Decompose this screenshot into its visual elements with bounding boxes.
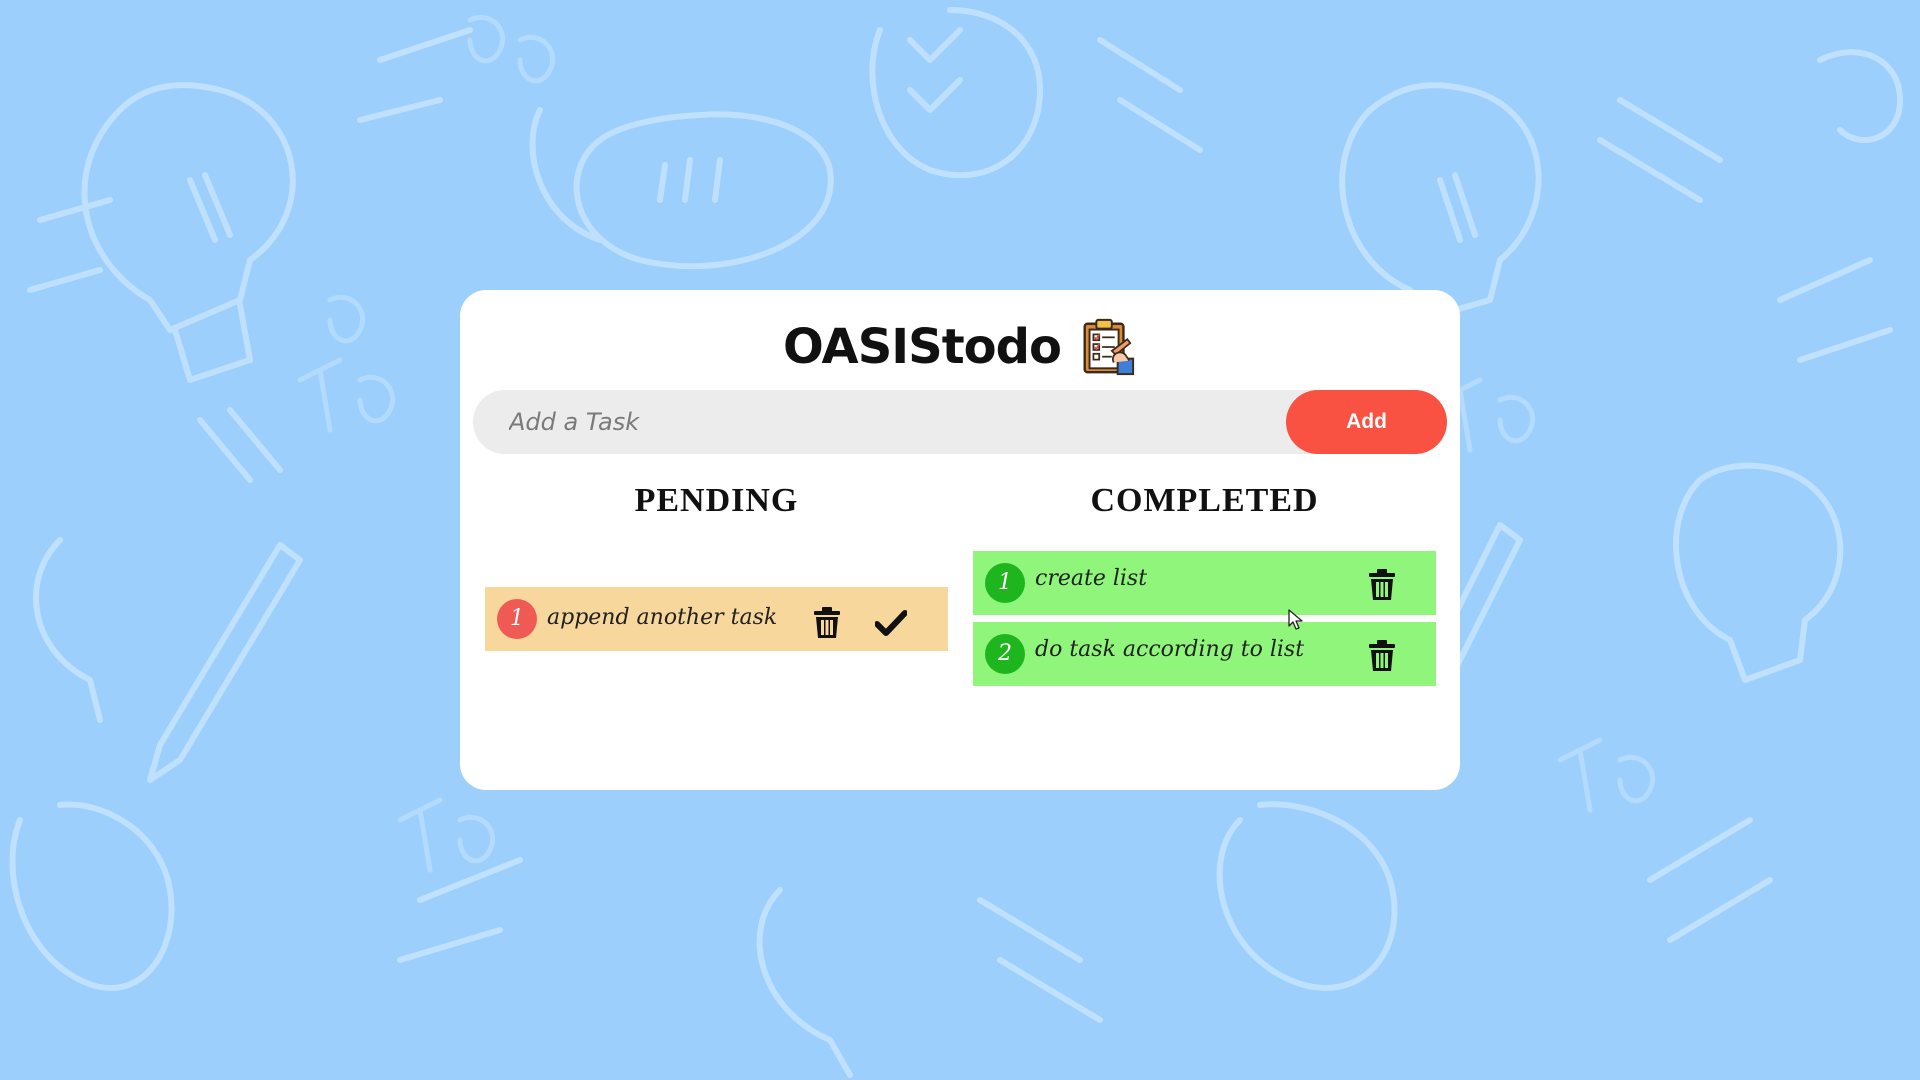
checkmark-icon xyxy=(875,610,907,636)
delete-task-button[interactable] xyxy=(1368,640,1396,672)
task-text: create list xyxy=(1035,566,1148,591)
app-title: OASIStodo xyxy=(783,319,1062,375)
delete-task-button[interactable] xyxy=(1368,569,1396,601)
clipboard-checklist-icon xyxy=(1083,318,1135,376)
delete-task-button[interactable] xyxy=(813,607,841,639)
todo-card: OASIStodo Add PENDING COMPLETED 1 append… xyxy=(460,290,1460,790)
trash-icon xyxy=(1369,569,1395,600)
completed-task-item: 2 do task according to list xyxy=(973,622,1436,686)
task-text: append another task xyxy=(547,605,778,630)
header: OASIStodo xyxy=(460,312,1460,382)
pending-heading: PENDING xyxy=(634,482,799,519)
complete-task-button[interactable] xyxy=(875,609,907,637)
trash-icon xyxy=(1369,640,1395,671)
task-number-badge: 1 xyxy=(985,563,1025,603)
completed-task-item: 1 create list xyxy=(973,551,1436,615)
pending-task-item: 1 append another task xyxy=(485,587,948,651)
add-task-form: Add xyxy=(473,390,1447,454)
task-number-badge: 2 xyxy=(985,634,1025,674)
trash-icon xyxy=(814,607,840,638)
mouse-cursor-icon xyxy=(1288,609,1303,630)
task-number-badge: 1 xyxy=(497,599,537,639)
task-text: do task according to list xyxy=(1035,637,1305,662)
add-button[interactable]: Add xyxy=(1286,390,1447,454)
completed-heading: COMPLETED xyxy=(1090,482,1319,519)
